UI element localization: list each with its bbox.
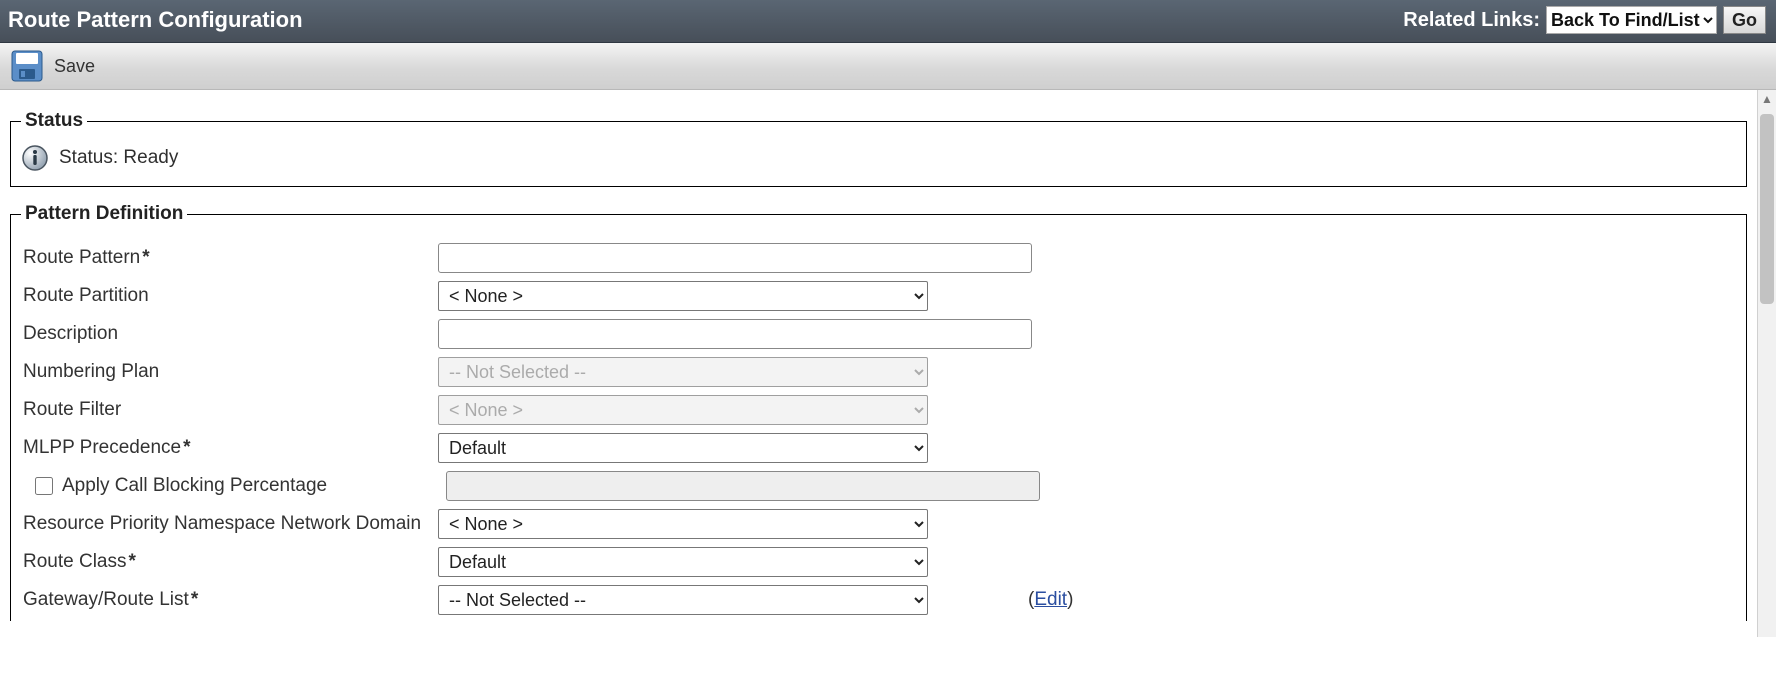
route-partition-label: Route Partition: [21, 285, 438, 307]
route-pattern-label: Route Pattern: [21, 247, 438, 269]
scrollbar-thumb[interactable]: [1760, 114, 1774, 304]
call-blocking-percentage-input: [446, 471, 1040, 501]
status-text: Status: Ready: [59, 147, 178, 169]
status-legend: Status: [21, 110, 87, 132]
apply-call-blocking-checkbox[interactable]: [35, 477, 53, 495]
rpn-domain-select[interactable]: < None >: [438, 509, 928, 539]
vertical-scrollbar[interactable]: ▲: [1757, 90, 1776, 637]
save-icon[interactable]: [10, 49, 44, 83]
numbering-plan-select: -- Not Selected --: [438, 357, 928, 387]
info-icon: [21, 144, 49, 172]
gateway-route-list-label: Gateway/Route List: [21, 589, 438, 611]
gateway-edit-wrap: (Edit): [1028, 589, 1073, 611]
numbering-plan-label: Numbering Plan: [21, 361, 438, 383]
scroll-up-arrow-icon[interactable]: ▲: [1758, 90, 1776, 108]
title-bar: Route Pattern Configuration Related Link…: [0, 0, 1776, 43]
apply-call-blocking-row: Apply Call Blocking Percentage: [21, 474, 446, 498]
route-class-select[interactable]: Default: [438, 547, 928, 577]
related-links-select[interactable]: Back To Find/List: [1546, 6, 1717, 34]
toolbar: Save: [0, 43, 1776, 90]
route-class-label: Route Class: [21, 551, 438, 573]
rpn-domain-label: Resource Priority Namespace Network Doma…: [21, 513, 438, 535]
mlpp-precedence-select[interactable]: Default: [438, 433, 928, 463]
pattern-definition-legend: Pattern Definition: [21, 203, 187, 225]
mlpp-precedence-label: MLPP Precedence: [21, 437, 438, 459]
description-label: Description: [21, 323, 438, 345]
save-button-label[interactable]: Save: [54, 56, 95, 77]
description-input[interactable]: [438, 319, 1032, 349]
route-filter-label: Route Filter: [21, 399, 438, 421]
go-button[interactable]: Go: [1723, 6, 1766, 34]
pattern-definition-fieldset: Pattern Definition Route Pattern Route P…: [10, 203, 1747, 621]
status-fieldset: Status Status: R: [10, 110, 1747, 187]
gateway-route-list-select[interactable]: -- Not Selected --: [438, 585, 928, 615]
route-pattern-input[interactable]: [438, 243, 1032, 273]
route-partition-select[interactable]: < None >: [438, 281, 928, 311]
related-links-area: Related Links: Back To Find/List Go: [1403, 6, 1766, 34]
content-area: Status Status: R: [0, 90, 1757, 637]
apply-call-blocking-label: Apply Call Blocking Percentage: [62, 475, 327, 497]
edit-link[interactable]: Edit: [1034, 589, 1067, 610]
page-title: Route Pattern Configuration: [8, 7, 303, 33]
related-links-label: Related Links:: [1403, 9, 1540, 32]
route-filter-select: < None >: [438, 395, 928, 425]
